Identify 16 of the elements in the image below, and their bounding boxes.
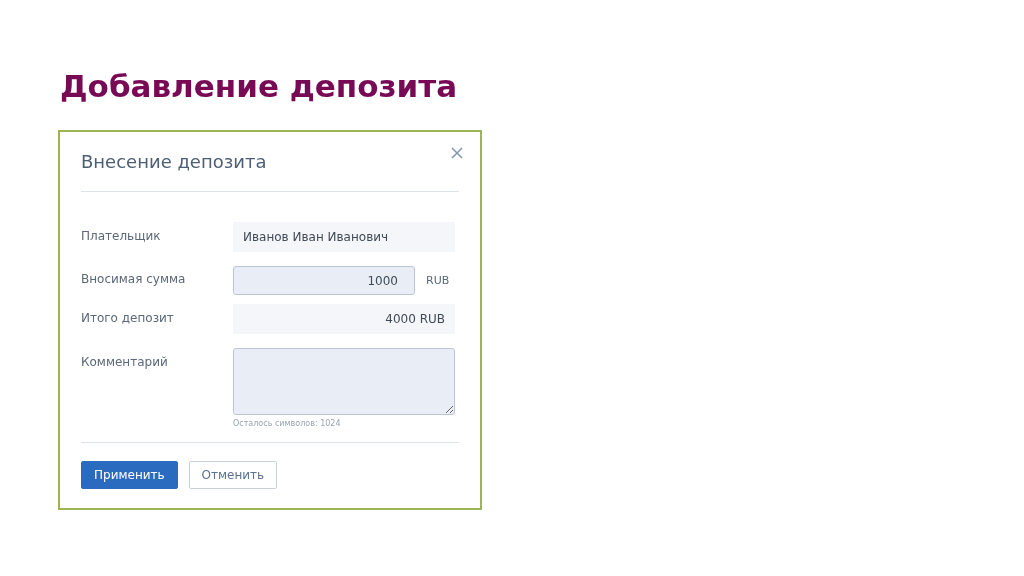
close-icon (450, 146, 464, 160)
cancel-button[interactable]: Отменить (188, 461, 278, 489)
slide-title: Добавление депозита (60, 67, 458, 106)
comment-input[interactable] (233, 348, 455, 415)
readonly-field: Иванов Иван Иванович (233, 222, 455, 252)
apply-button[interactable]: Применить (81, 461, 178, 489)
field-label: Итого депозит (81, 310, 175, 325)
field-label: Плательщик (81, 228, 162, 243)
close-button[interactable] (450, 146, 464, 160)
amount-input[interactable]: 1000 (233, 266, 415, 295)
dialog-title: Внесение депозита (81, 150, 268, 174)
field-label: Комментарий (81, 354, 169, 369)
field-label: Вносимая сумма (81, 271, 187, 286)
readonly-field: 4000 RUB (233, 304, 455, 334)
currency-label: RUB (426, 273, 450, 289)
characters-left-hint: Осталось символов: 1024 (233, 419, 342, 428)
